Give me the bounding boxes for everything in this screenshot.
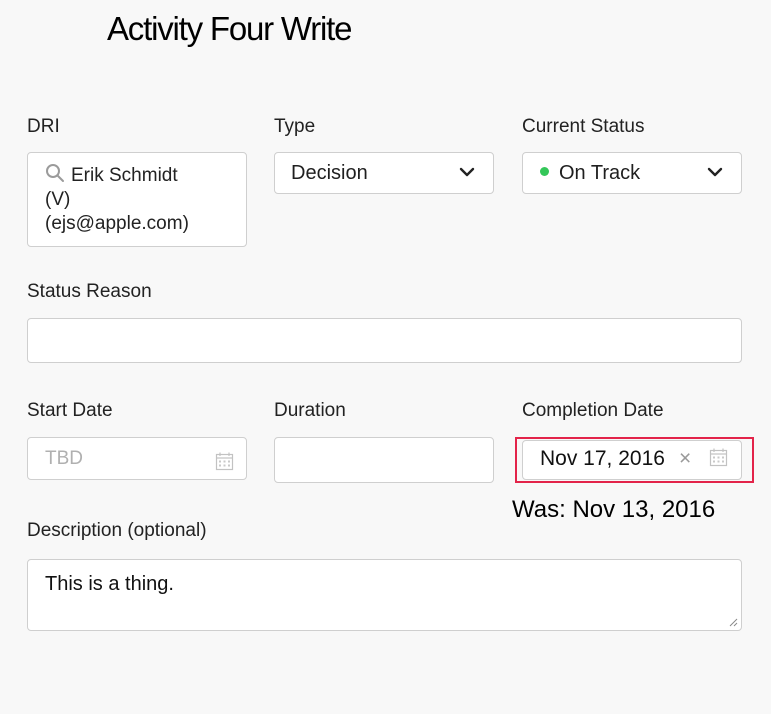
search-icon xyxy=(46,164,64,182)
duration-input[interactable] xyxy=(274,437,494,483)
previous-date-note: Was: Nov 13, 2016 xyxy=(512,496,716,523)
status-reason-label: Status Reason xyxy=(27,281,152,302)
description-label: Description (optional) xyxy=(27,520,207,541)
dri-value-email: (ejs@apple.com) xyxy=(45,213,189,234)
completion-date-label: Completion Date xyxy=(522,400,664,421)
dri-label: DRI xyxy=(27,116,60,137)
chevron-down-icon xyxy=(707,167,723,177)
current-status-select[interactable]: On Track xyxy=(522,152,742,194)
page-title: Activity Four Write xyxy=(107,10,352,47)
status-reason-input[interactable] xyxy=(27,318,742,363)
dri-value-suffix: (V) xyxy=(45,189,71,210)
resize-grip-icon[interactable] xyxy=(728,617,738,627)
description-textarea[interactable]: This is a thing. xyxy=(27,559,742,631)
start-date-input[interactable]: TBD xyxy=(27,437,247,480)
start-date-label: Start Date xyxy=(27,400,113,421)
type-select[interactable]: Decision xyxy=(274,152,494,194)
dri-input[interactable]: Erik Schmidt (V) (ejs@apple.com) xyxy=(27,152,247,247)
duration-label: Duration xyxy=(274,400,346,421)
type-label: Type xyxy=(274,116,316,137)
start-date-placeholder: TBD xyxy=(45,448,83,469)
calendar-icon[interactable] xyxy=(709,448,728,467)
dri-value-name: Erik Schmidt xyxy=(71,165,178,186)
current-status-label: Current Status xyxy=(522,116,645,137)
completion-date-value: Nov 17, 2016 xyxy=(540,447,665,470)
chevron-down-icon xyxy=(459,167,475,177)
current-status-value: On Track xyxy=(559,162,641,184)
calendar-icon[interactable] xyxy=(215,452,234,471)
clear-date-icon[interactable]: × xyxy=(679,447,691,471)
type-value: Decision xyxy=(291,162,368,184)
description-value: This is a thing. xyxy=(45,573,174,595)
status-indicator-dot xyxy=(540,167,549,176)
